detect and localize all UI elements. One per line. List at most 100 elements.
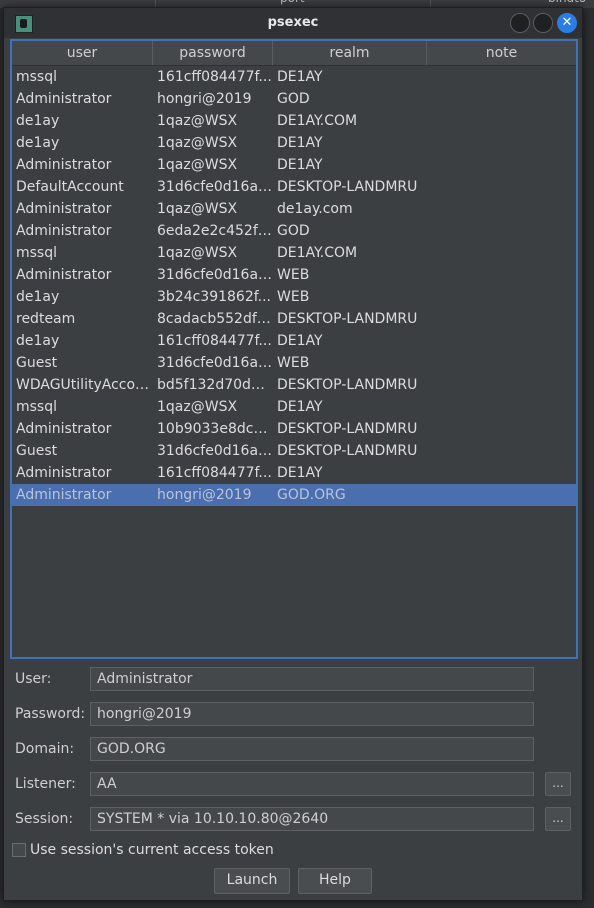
- cell-note: [431, 88, 571, 110]
- cell-realm: GOD.ORG: [277, 487, 346, 503]
- column-header-password[interactable]: password: [153, 41, 273, 65]
- table-row[interactable]: Administrator 31d6cfe0d16ae... WEB: [12, 264, 576, 286]
- launch-button[interactable]: Launch: [214, 868, 290, 894]
- table-row[interactable]: mssql 1qaz@WSX DE1AY.COM: [12, 242, 576, 264]
- cell-note: [431, 132, 571, 154]
- use-token-checkbox[interactable]: [12, 843, 26, 857]
- domain-field[interactable]: GOD.ORG: [90, 737, 534, 761]
- cell-user: DefaultAccount: [16, 179, 124, 195]
- cell-note: [431, 198, 571, 220]
- password-field[interactable]: hongri@2019: [90, 702, 534, 726]
- cell-realm: DESKTOP-LANDMRU: [277, 179, 418, 195]
- session-label: Session:: [15, 811, 74, 827]
- table-row[interactable]: DefaultAccount 31d6cfe0d16ae... DESKTOP-LA…: [12, 176, 576, 198]
- session-field[interactable]: SYSTEM * via 10.10.10.80@2640: [90, 807, 534, 831]
- psexec-dialog: psexec ✕ user password realm note mssql 1…: [3, 7, 583, 901]
- cell-password: 161cff084477f...: [157, 69, 272, 85]
- cell-realm: DESKTOP-LANDMRU: [277, 377, 418, 393]
- listener-browse-button[interactable]: ...: [545, 772, 571, 796]
- table-row[interactable]: Administrator 6eda2e2c452f2... GOD: [12, 220, 576, 242]
- table-row[interactable]: Administrator 161cff084477f... DE1AY: [12, 462, 576, 484]
- cell-note: [431, 352, 571, 374]
- cell-user: Administrator: [16, 267, 112, 283]
- maximize-button[interactable]: [533, 13, 553, 33]
- table-row[interactable]: redteam 8cadacb552df1... DESKTOP-LANDMRU: [12, 308, 576, 330]
- cell-password: 1qaz@WSX: [157, 135, 238, 151]
- use-token-label[interactable]: Use session's current access token: [30, 842, 274, 858]
- table-row[interactable]: de1ay 1qaz@WSX DE1AY: [12, 132, 576, 154]
- cell-note: [431, 374, 571, 396]
- cell-password: 31d6cfe0d16ae...: [157, 355, 273, 371]
- listener-field[interactable]: AA: [90, 772, 534, 796]
- cell-realm: DE1AY: [277, 135, 323, 151]
- cell-note: [431, 484, 571, 506]
- table-row[interactable]: de1ay 161cff084477f... DE1AY: [12, 330, 576, 352]
- table-body: mssql 161cff084477f... DE1AY Administrator h…: [12, 66, 576, 506]
- cell-password: 8cadacb552df1...: [157, 311, 273, 327]
- cell-user: Administrator: [16, 465, 112, 481]
- cell-realm: WEB: [277, 267, 310, 283]
- cell-realm: DE1AY: [277, 399, 323, 415]
- table-row[interactable]: mssql 1qaz@WSX DE1AY: [12, 396, 576, 418]
- table-row-selected[interactable]: Administrator hongri@2019 GOD.ORG: [12, 484, 576, 506]
- table-row[interactable]: Administrator 10b9033e8dcef... DESKTOP-LAN…: [12, 418, 576, 440]
- minimize-button[interactable]: [510, 13, 530, 33]
- cell-note: [431, 462, 571, 484]
- domain-label: Domain:: [15, 741, 75, 757]
- cell-realm: WEB: [277, 289, 310, 305]
- cell-user: de1ay: [16, 113, 60, 129]
- cell-password: 1qaz@WSX: [157, 399, 238, 415]
- cell-note: [431, 440, 571, 462]
- table-header: user password realm note: [12, 41, 576, 66]
- cell-user: Administrator: [16, 223, 112, 239]
- cell-realm: DE1AY.COM: [277, 113, 358, 129]
- close-button[interactable]: ✕: [557, 13, 577, 33]
- table-row[interactable]: de1ay 3b24c391862f... WEB: [12, 286, 576, 308]
- cell-user: Administrator: [16, 201, 112, 217]
- column-header-realm[interactable]: realm: [273, 41, 427, 65]
- cell-user: mssql: [16, 399, 58, 415]
- window-title: psexec: [267, 15, 319, 30]
- cell-realm: GOD: [277, 223, 310, 239]
- cell-user: Administrator: [16, 91, 112, 107]
- table-row[interactable]: Administrator hongri@2019 GOD: [12, 88, 576, 110]
- cell-realm: DESKTOP-LANDMRU: [277, 421, 418, 437]
- cell-note: [431, 330, 571, 352]
- cell-user: Administrator: [16, 421, 112, 437]
- table-row[interactable]: Administrator 1qaz@WSX de1ay.com: [12, 198, 576, 220]
- background-port-header: port: [280, 0, 305, 5]
- column-header-note[interactable]: note: [427, 41, 576, 65]
- cell-note: [431, 286, 571, 308]
- cell-note: [431, 308, 571, 330]
- cell-realm: WEB: [277, 355, 310, 371]
- table-row[interactable]: de1ay 1qaz@WSX DE1AY.COM: [12, 110, 576, 132]
- table-row[interactable]: Guest 31d6cfe0d16ae... WEB: [12, 352, 576, 374]
- title-bar[interactable]: psexec ✕: [4, 8, 582, 38]
- cell-realm: DE1AY: [277, 465, 323, 481]
- cell-password: 6eda2e2c452f2...: [157, 223, 273, 239]
- cell-user: Administrator: [16, 157, 112, 173]
- cell-password: 1qaz@WSX: [157, 245, 238, 261]
- cell-password: 10b9033e8dcef...: [157, 421, 273, 437]
- cell-note: [431, 154, 571, 176]
- credentials-table[interactable]: user password realm note mssql 161cff0844…: [10, 39, 578, 659]
- table-row[interactable]: WDAGUtilityAccount bd5f132d70d00... DESKTO…: [12, 374, 576, 396]
- cell-note: [431, 242, 571, 264]
- cell-realm: DE1AY: [277, 333, 323, 349]
- cell-user: mssql: [16, 69, 58, 85]
- column-header-user[interactable]: user: [12, 41, 153, 65]
- session-browse-button[interactable]: ...: [545, 807, 571, 831]
- help-button[interactable]: Help: [298, 868, 372, 894]
- cell-realm: DE1AY: [277, 69, 323, 85]
- cell-password: 31d6cfe0d16ae...: [157, 267, 273, 283]
- cell-password: 161cff084477f...: [157, 333, 272, 349]
- cell-user: de1ay: [16, 135, 60, 151]
- background-bindto-header: bindto: [548, 0, 586, 5]
- user-field[interactable]: Administrator: [90, 667, 534, 691]
- cell-password: bd5f132d70d00...: [157, 377, 273, 393]
- cell-user: Guest: [16, 443, 58, 459]
- table-row[interactable]: Guest 31d6cfe0d16ae... DESKTOP-LANDMRU: [12, 440, 576, 462]
- cell-realm: DE1AY.COM: [277, 245, 358, 261]
- table-row[interactable]: Administrator 1qaz@WSX DE1AY: [12, 154, 576, 176]
- table-row[interactable]: mssql 161cff084477f... DE1AY: [12, 66, 576, 88]
